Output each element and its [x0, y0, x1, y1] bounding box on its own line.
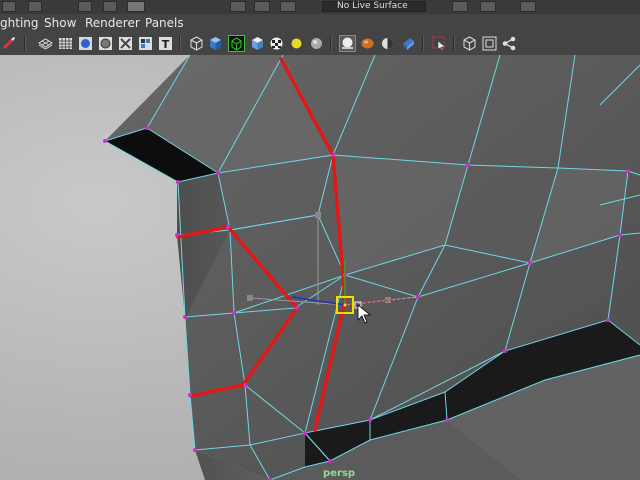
perspective-viewport[interactable]: persp: [0, 55, 640, 480]
menu-panels[interactable]: Panels: [145, 16, 184, 30]
checker-icon[interactable]: [268, 35, 285, 52]
panel-menu-bar: Lighting Show Renderer Panels: [0, 14, 640, 33]
frame-icon[interactable]: [481, 35, 498, 52]
render-button[interactable]: [452, 1, 468, 12]
xray-icon[interactable]: [117, 35, 134, 52]
ipr-button[interactable]: [480, 1, 496, 12]
camera-label: persp: [323, 468, 355, 479]
move-tool-button[interactable]: [127, 1, 145, 12]
blue-cube-icon[interactable]: [399, 35, 416, 52]
render-settings-button[interactable]: [520, 1, 536, 12]
snap-curve-button[interactable]: [254, 1, 270, 12]
menu-lighting[interactable]: Lighting: [0, 16, 39, 30]
mesh-view[interactable]: [0, 55, 640, 480]
snap-grid-button[interactable]: [230, 1, 246, 12]
wireframe-icon[interactable]: [37, 35, 54, 52]
save-button[interactable]: [28, 1, 42, 12]
cube-outline-icon[interactable]: [461, 35, 478, 52]
select-arrow-icon[interactable]: [431, 35, 448, 52]
text-icon[interactable]: T: [157, 35, 174, 52]
status-line: No Live Surface: [0, 0, 640, 15]
isolate-icon[interactable]: [137, 35, 154, 52]
lasso-tool-button[interactable]: [103, 1, 117, 12]
sphere-white-icon[interactable]: [339, 35, 356, 52]
menu-renderer[interactable]: Renderer: [85, 16, 140, 30]
default-material-icon[interactable]: [77, 35, 94, 52]
snap-point-button[interactable]: [280, 1, 296, 12]
panel-toolbar: T: [0, 33, 640, 56]
cube-textured-icon[interactable]: [249, 35, 266, 52]
menu-show[interactable]: Show: [44, 16, 76, 30]
smooth-shade-icon[interactable]: [57, 35, 74, 52]
select-camera-icon[interactable]: [0, 35, 17, 52]
cube-shaded-icon[interactable]: [207, 35, 224, 52]
sphere-orange-icon[interactable]: [359, 35, 376, 52]
light-bulb-icon[interactable]: [288, 35, 305, 52]
half-sphere-icon[interactable]: [379, 35, 396, 52]
svg-text:T: T: [162, 38, 170, 51]
select-tool-button[interactable]: [78, 1, 92, 12]
cube-wire-icon[interactable]: [188, 35, 205, 52]
share-node-icon[interactable]: [501, 35, 518, 52]
textured-icon[interactable]: [97, 35, 114, 52]
mode-button[interactable]: [2, 1, 16, 12]
sphere-gray-icon[interactable]: [308, 35, 325, 52]
live-surface-field[interactable]: No Live Surface: [322, 1, 426, 12]
cube-selected-icon[interactable]: [228, 35, 245, 52]
